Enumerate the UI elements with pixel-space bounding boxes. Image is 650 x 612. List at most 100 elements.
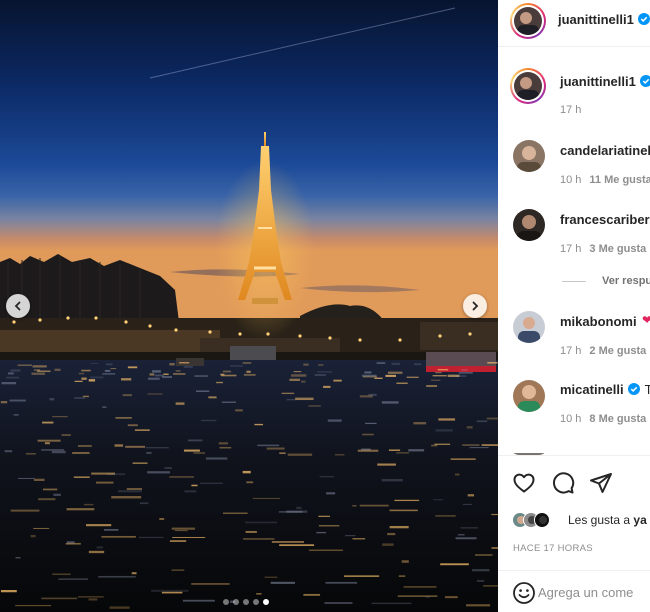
water-reflection xyxy=(218,442,229,445)
comment-username[interactable]: candelariatinel xyxy=(560,143,650,158)
comment-likes[interactable]: 2 Me gusta xyxy=(589,345,646,357)
water-reflection xyxy=(38,498,56,501)
water-reflection xyxy=(401,560,409,563)
water-reflection xyxy=(406,376,419,378)
avatar-photo xyxy=(513,380,545,412)
comment-avatar[interactable] xyxy=(513,311,545,343)
comment-likes[interactable]: 11 Me gusta xyxy=(589,174,650,186)
water-reflection xyxy=(147,377,160,380)
add-comment-input[interactable] xyxy=(538,581,650,603)
water-reflection xyxy=(270,581,295,584)
emoji-icon[interactable] xyxy=(512,581,536,605)
water-reflection xyxy=(465,604,491,607)
liked-by-avatars[interactable] xyxy=(512,512,550,528)
water-reflection xyxy=(457,533,465,536)
water-reflection xyxy=(32,365,47,368)
water-reflection xyxy=(41,449,65,451)
water-reflection xyxy=(398,575,406,577)
water-reflection xyxy=(352,505,357,507)
water-reflection xyxy=(364,371,372,374)
carousel-next-button[interactable] xyxy=(463,294,487,318)
author-username[interactable]: juanittinelli1 xyxy=(558,12,650,27)
verified-icon xyxy=(639,75,650,87)
comment-time[interactable]: 10 h xyxy=(560,174,581,186)
water-reflection xyxy=(397,595,438,597)
comment-avatar[interactable] xyxy=(513,380,545,412)
water-reflection xyxy=(163,373,169,375)
water-reflection xyxy=(172,536,206,539)
water-reflection xyxy=(174,529,188,532)
chevron-left-icon xyxy=(14,301,21,311)
comment-icon[interactable] xyxy=(551,471,575,495)
comment-username-text[interactable]: micatinelli xyxy=(560,382,624,397)
view-replies-button[interactable]: Ver respu xyxy=(602,275,650,287)
author-avatar[interactable] xyxy=(510,3,546,39)
water-reflection xyxy=(252,497,281,499)
water-reflection xyxy=(82,395,89,398)
post-photo xyxy=(0,0,498,612)
comment-time[interactable]: 17 h xyxy=(560,243,581,255)
caption-username[interactable]: juanittinelli1 xyxy=(560,74,650,89)
water-reflection xyxy=(246,370,251,373)
water-reflection xyxy=(146,451,152,454)
carousel-prev-button[interactable] xyxy=(6,294,30,318)
water-reflection xyxy=(387,371,403,374)
water-reflection xyxy=(435,429,453,432)
comment-time[interactable]: 17 h xyxy=(560,345,581,357)
comment-avatar[interactable] xyxy=(513,209,545,241)
post-timestamp[interactable]: HACE 17 HORAS xyxy=(513,543,593,554)
paper-plane-icon[interactable] xyxy=(589,471,613,495)
water-reflection xyxy=(175,370,181,372)
water-reflection xyxy=(219,446,232,449)
caption-time[interactable]: 17 h xyxy=(560,104,581,116)
water-reflection xyxy=(182,599,215,602)
water-reflection xyxy=(96,481,114,484)
water-reflection xyxy=(74,380,83,382)
water-reflection xyxy=(127,366,138,369)
water-reflection xyxy=(81,377,87,380)
water-reflection xyxy=(121,378,132,381)
water-reflection xyxy=(173,373,186,375)
comment-username[interactable]: mikabonomi xyxy=(560,314,637,329)
water-reflection xyxy=(147,393,163,395)
water-reflection xyxy=(413,422,427,425)
water-reflection xyxy=(74,397,86,399)
water-reflection xyxy=(344,575,380,577)
water-reflection xyxy=(323,385,331,388)
comment-likes[interactable]: 3 Me gusta xyxy=(589,243,646,255)
caption-username-text[interactable]: juanittinelli1 xyxy=(560,74,636,89)
caption-avatar[interactable] xyxy=(510,68,546,104)
heart-icon[interactable] xyxy=(512,471,536,495)
avatar-photo xyxy=(514,72,542,100)
water-reflection xyxy=(15,604,52,607)
comment-username[interactable]: micatinelli Te xyxy=(560,382,650,397)
water-reflection xyxy=(408,449,425,452)
avatar-photo xyxy=(535,513,549,527)
carousel-dot xyxy=(263,599,269,605)
water-reflection xyxy=(222,370,232,373)
comment-likes[interactable]: 8 Me gusta xyxy=(589,413,646,425)
author-username-text[interactable]: juanittinelli1 xyxy=(558,12,634,27)
comment-username[interactable]: francescaribero xyxy=(560,212,650,227)
water-reflection xyxy=(164,467,173,469)
water-reflection xyxy=(437,368,449,371)
water-reflection xyxy=(221,401,237,403)
comment-meta: 10 h 11 Me gusta xyxy=(560,174,650,186)
water-reflection xyxy=(318,364,324,366)
water-reflection xyxy=(53,493,61,496)
water-reflection xyxy=(17,364,32,367)
water-reflection xyxy=(296,506,302,510)
water-reflection xyxy=(104,369,111,372)
water-reflection xyxy=(42,421,54,424)
water-reflection xyxy=(88,550,105,554)
chevron-right-icon xyxy=(472,301,479,311)
comment-time[interactable]: 10 h xyxy=(560,413,581,425)
liked-by-text: Les gusta a ya xyxy=(568,513,647,527)
water-reflection xyxy=(374,377,383,379)
comment-avatar[interactable] xyxy=(513,140,545,172)
liked-by-name[interactable]: ya xyxy=(633,513,646,527)
water-reflection xyxy=(381,401,399,404)
water-reflection xyxy=(61,434,71,436)
comment-meta: 17 h 3 Me gusta xyxy=(560,243,646,255)
water-reflection xyxy=(314,374,326,376)
